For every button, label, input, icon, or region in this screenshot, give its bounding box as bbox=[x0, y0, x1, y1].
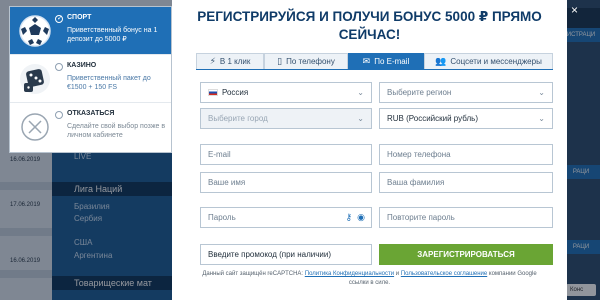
bonus-option-desc: Приветственный пакет до €1500 + 150 FS bbox=[67, 75, 151, 91]
currency-value: RUB (Российский рубль) bbox=[387, 114, 478, 123]
tab-social[interactable]: 👥 Соцсети и мессенджеры bbox=[424, 53, 553, 69]
region-placeholder: Выберите регион bbox=[387, 88, 452, 97]
chevron-down-icon: ⌄ bbox=[357, 88, 364, 97]
first-name-field[interactable]: Ваше имя bbox=[200, 172, 372, 193]
region-select[interactable]: Выберите регион ⌄ bbox=[379, 82, 553, 103]
privacy-policy-link[interactable]: Политика Конфиденциальности bbox=[305, 271, 394, 277]
legal-suffix-2: ссылки в силе. bbox=[348, 280, 391, 286]
last-name-placeholder: Ваша фамилия bbox=[387, 178, 445, 187]
bonus-option-title: Отказаться bbox=[67, 110, 115, 117]
radio-unselected[interactable] bbox=[55, 111, 63, 119]
promo-placeholder: Введите промокод (при наличии) bbox=[208, 250, 331, 259]
radio-selected[interactable]: ✓ bbox=[55, 15, 63, 23]
email-field[interactable]: E-mail bbox=[200, 144, 372, 165]
repeat-password-placeholder: Повторите пароль bbox=[387, 213, 455, 222]
check-icon: ✓ bbox=[57, 15, 63, 22]
chevron-down-icon: ⌄ bbox=[357, 114, 364, 123]
chevron-down-icon: ⌄ bbox=[538, 88, 545, 97]
password-field[interactable]: Пароль ⚷ ◉ bbox=[200, 207, 372, 228]
bonus-option-title: Спорт bbox=[67, 14, 92, 21]
bonus-option-sport[interactable]: ✓ Спорт Приветственный бонус на 1 депози… bbox=[10, 7, 171, 55]
tab-phone[interactable]: ▯ По телефону bbox=[264, 53, 348, 69]
country-value: Россия bbox=[222, 88, 249, 97]
legal-suffix: компании Google bbox=[488, 271, 537, 277]
country-select[interactable]: Россия ⌄ bbox=[200, 82, 372, 103]
legal-and: и bbox=[395, 271, 400, 277]
phone-placeholder: Номер телефона bbox=[387, 150, 451, 159]
tab-label: В 1 клик bbox=[219, 57, 251, 66]
tab-email[interactable]: ✉ По E-mail bbox=[348, 53, 424, 69]
repeat-password-field[interactable]: Повторите пароль bbox=[379, 207, 553, 228]
legal-prefix: Данный сайт защищён reCAPTCHA: bbox=[202, 271, 304, 277]
bonus-option-title: Казино bbox=[67, 62, 97, 69]
password-placeholder: Пароль bbox=[208, 213, 236, 222]
dice-icon bbox=[20, 64, 50, 94]
register-button[interactable]: ЗАРЕГИСТРИРОВАТЬСЯ bbox=[379, 244, 553, 265]
people-icon: 👥 bbox=[435, 56, 447, 66]
city-placeholder: Выберите город bbox=[208, 114, 268, 123]
first-name-placeholder: Ваше имя bbox=[208, 178, 246, 187]
city-select[interactable]: Выберите город ⌄ bbox=[200, 108, 372, 129]
currency-select[interactable]: RUB (Российский рубль) ⌄ bbox=[379, 108, 553, 129]
registration-modal: РЕГИСТРИРУЙСЯ И ПОЛУЧИ БОНУС 5000 ₽ ПРЯМ… bbox=[172, 0, 567, 300]
bonus-option-desc: Приветственный бонус на 1 депозит до 500… bbox=[67, 27, 158, 43]
lightning-icon: ⚡ bbox=[209, 56, 216, 66]
email-placeholder: E-mail bbox=[208, 150, 231, 159]
recaptcha-notice: Данный сайт защищён reCAPTCHA: Политика … bbox=[172, 270, 567, 288]
last-name-field[interactable]: Ваша фамилия bbox=[379, 172, 553, 193]
modal-heading: РЕГИСТРИРУЙСЯ И ПОЛУЧИ БОНУС 5000 ₽ ПРЯМ… bbox=[197, 9, 542, 42]
bonus-option-decline[interactable]: Отказаться Сделайте свой выбор позже в л… bbox=[10, 103, 171, 151]
soccer-ball-icon bbox=[19, 15, 51, 47]
radio-unselected[interactable] bbox=[55, 63, 63, 71]
key-icon[interactable]: ⚷ bbox=[346, 212, 353, 223]
terms-link[interactable]: Пользовательское соглашение bbox=[401, 271, 487, 277]
bonus-option-desc: Сделайте свой выбор позже в личном кабин… bbox=[67, 123, 166, 139]
cross-circle-icon bbox=[21, 113, 49, 141]
tab-label: По телефону bbox=[286, 57, 335, 66]
envelope-icon: ✉ bbox=[362, 56, 371, 66]
promo-code-field[interactable]: Введите промокод (при наличии) bbox=[200, 244, 372, 265]
chevron-down-icon: ⌄ bbox=[538, 114, 545, 123]
bonus-selection-panel: ✓ Спорт Приветственный бонус на 1 депози… bbox=[9, 6, 172, 153]
tab-label: Соцсети и мессенджеры bbox=[450, 57, 542, 66]
russia-flag-icon bbox=[208, 89, 218, 96]
eye-icon[interactable]: ◉ bbox=[357, 212, 365, 223]
phone-field[interactable]: Номер телефона bbox=[379, 144, 553, 165]
close-icon[interactable]: × bbox=[571, 3, 578, 17]
phone-icon: ▯ bbox=[277, 56, 283, 66]
tab-one-click[interactable]: ⚡ В 1 клик bbox=[196, 53, 264, 69]
registration-tabs: ⚡ В 1 клик ▯ По телефону ✉ По E-mail 👥 С… bbox=[196, 53, 553, 70]
bonus-option-casino[interactable]: Казино Приветственный пакет до €1500 + 1… bbox=[10, 55, 171, 103]
tab-label: По E-mail bbox=[374, 57, 410, 66]
password-tools: ⚷ ◉ bbox=[346, 212, 365, 223]
